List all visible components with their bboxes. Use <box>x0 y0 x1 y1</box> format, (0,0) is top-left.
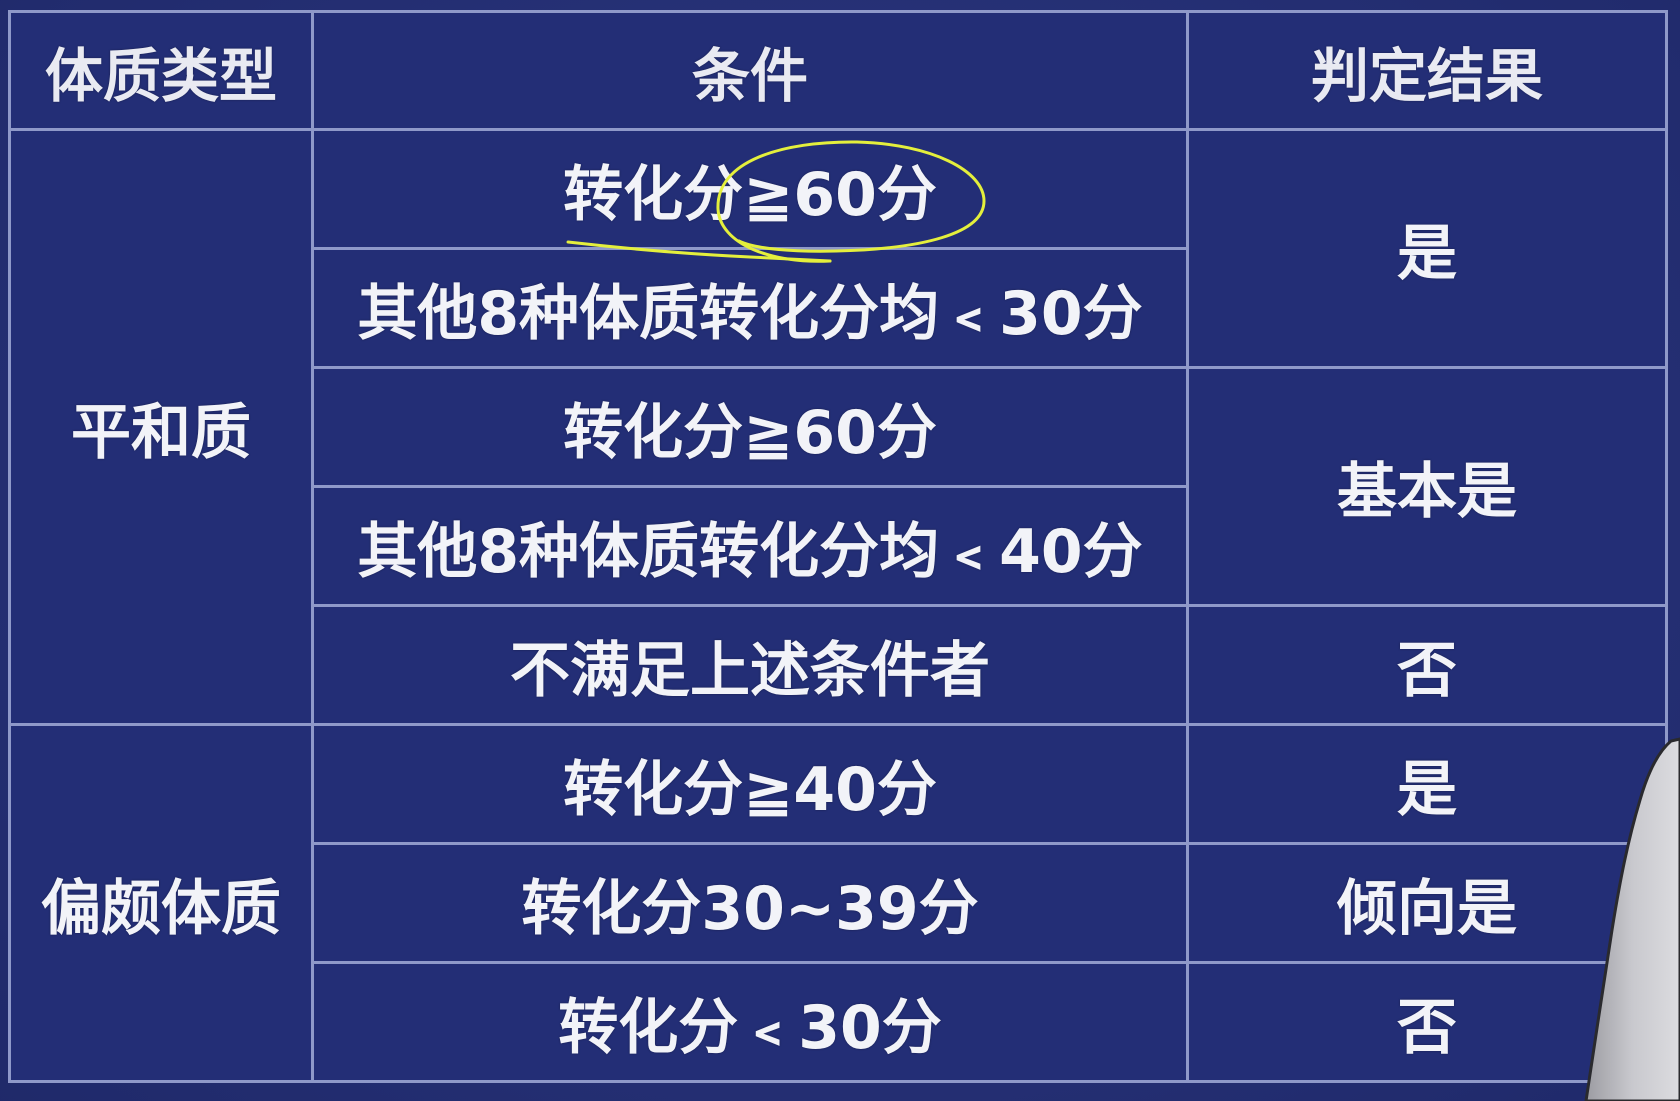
result-cell: 是 <box>1189 726 1665 842</box>
result-cell: 是 <box>1189 131 1665 366</box>
slide: 体质类型 条件 判定结果 平和质 转化分≧60分 其他8种体质转化分均﹤30分 … <box>0 0 1680 1101</box>
result-cell: 基本是 <box>1189 369 1665 604</box>
result-cell: 否 <box>1189 964 1665 1080</box>
constitution-type-biased: 偏颇体质 <box>11 726 311 1080</box>
condition-cell: 其他8种体质转化分均﹤30分 <box>314 250 1186 366</box>
header-constitution-type: 体质类型 <box>11 13 311 128</box>
header-condition: 条件 <box>314 13 1186 128</box>
condition-cell: 转化分≧60分 <box>314 369 1186 485</box>
condition-cell: 转化分30~39分 <box>314 845 1186 961</box>
condition-cell: 不满足上述条件者 <box>314 607 1186 723</box>
condition-cell: 转化分﹤30分 <box>314 964 1186 1080</box>
result-cell: 否 <box>1189 607 1665 723</box>
header-judgment-result: 判定结果 <box>1189 13 1665 128</box>
result-cell: 倾向是 <box>1189 845 1665 961</box>
condition-cell: 转化分≧40分 <box>314 726 1186 842</box>
condition-cell: 其他8种体质转化分均﹤40分 <box>314 488 1186 604</box>
condition-cell: 转化分≧60分 <box>314 131 1186 247</box>
constitution-type-balanced: 平和质 <box>11 131 311 723</box>
constitution-judgment-table: 体质类型 条件 判定结果 平和质 转化分≧60分 其他8种体质转化分均﹤30分 … <box>8 10 1668 1083</box>
